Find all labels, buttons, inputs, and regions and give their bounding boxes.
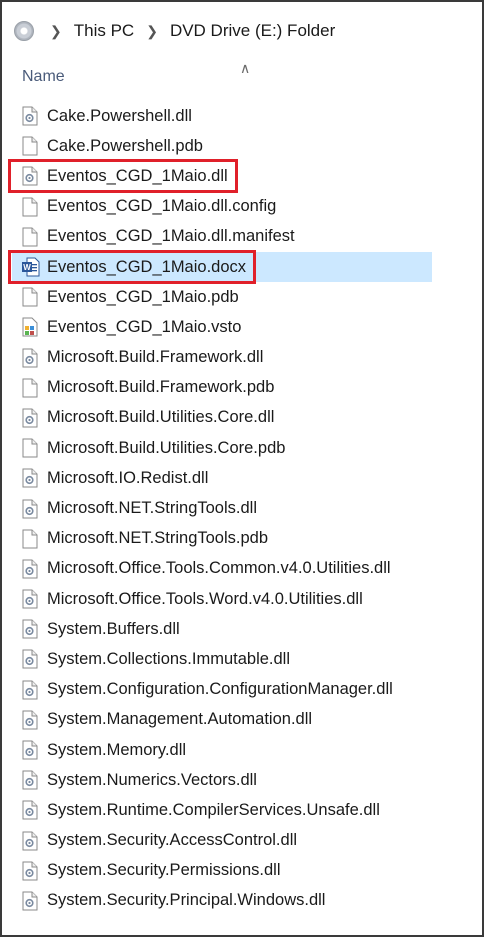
file-row[interactable]: Microsoft.Office.Tools.Common.v4.0.Utili… bbox=[12, 554, 432, 584]
dll-icon bbox=[22, 649, 38, 669]
file-row[interactable]: System.Memory.dll bbox=[12, 735, 432, 765]
dll-icon bbox=[22, 800, 38, 820]
file-name[interactable]: System.Buffers.dll bbox=[47, 620, 180, 639]
file-name[interactable]: System.Runtime.CompilerServices.Unsafe.d… bbox=[47, 801, 380, 820]
file-row[interactable]: Eventos_CGD_1Maio.vsto bbox=[12, 312, 432, 342]
file-row[interactable]: Microsoft.Build.Framework.pdb bbox=[12, 373, 432, 403]
file-row[interactable]: Microsoft.Office.Tools.Word.v4.0.Utiliti… bbox=[12, 584, 432, 614]
dvd-drive-icon bbox=[14, 21, 34, 41]
dll-icon bbox=[22, 740, 38, 760]
file-row[interactable]: Microsoft.IO.Redist.dll bbox=[12, 463, 432, 493]
word-icon: W bbox=[22, 257, 40, 277]
dll-icon bbox=[22, 891, 38, 911]
dll-icon bbox=[22, 106, 38, 126]
dll-icon bbox=[22, 499, 38, 519]
file-name[interactable]: Microsoft.Build.Framework.dll bbox=[47, 348, 263, 367]
file-name[interactable]: Microsoft.Office.Tools.Word.v4.0.Utiliti… bbox=[47, 590, 363, 609]
file-icon bbox=[22, 529, 38, 549]
file-name[interactable]: Microsoft.Build.Framework.pdb bbox=[47, 378, 274, 397]
file-name[interactable]: System.Numerics.Vectors.dll bbox=[47, 771, 257, 790]
file-icon bbox=[22, 227, 38, 247]
file-name[interactable]: Eventos_CGD_1Maio.dll.manifest bbox=[47, 227, 295, 246]
file-row[interactable]: Microsoft.NET.StringTools.pdb bbox=[12, 524, 432, 554]
file-row[interactable]: System.Buffers.dll bbox=[12, 614, 432, 644]
file-row[interactable]: Eventos_CGD_1Maio.pdb bbox=[12, 282, 432, 312]
file-row[interactable]: Cake.Powershell.dll bbox=[12, 101, 432, 131]
file-row[interactable]: System.Security.Principal.Windows.dll bbox=[12, 886, 432, 916]
file-icon bbox=[22, 197, 38, 217]
file-name[interactable]: Eventos_CGD_1Maio.vsto bbox=[47, 318, 241, 337]
breadcrumb-this-pc[interactable]: This PC bbox=[74, 21, 134, 41]
vsto-icon bbox=[22, 317, 38, 337]
file-name[interactable]: Eventos_CGD_1Maio.dll.config bbox=[47, 197, 276, 216]
file-row[interactable]: Microsoft.Build.Framework.dll bbox=[12, 343, 432, 373]
file-icon bbox=[22, 378, 38, 398]
file-icon bbox=[22, 438, 38, 458]
file-name[interactable]: Microsoft.Build.Utilities.Core.dll bbox=[47, 408, 274, 427]
file-row[interactable]: System.Collections.Immutable.dll bbox=[12, 644, 432, 674]
file-name[interactable]: Cake.Powershell.pdb bbox=[47, 137, 203, 156]
chevron-right-icon[interactable]: ❯ bbox=[50, 23, 62, 40]
file-row[interactable]: System.Security.Permissions.dll bbox=[12, 856, 432, 886]
dll-icon bbox=[22, 710, 38, 730]
file-row[interactable]: Microsoft.Build.Utilities.Core.dll bbox=[12, 403, 432, 433]
file-row[interactable]: System.Configuration.ConfigurationManage… bbox=[12, 675, 432, 705]
dll-icon bbox=[22, 589, 38, 609]
file-icon bbox=[22, 136, 38, 156]
dll-icon bbox=[22, 166, 38, 186]
column-header: ∧ Name bbox=[22, 60, 462, 90]
address-bar[interactable]: ❯ This PC ❯ DVD Drive (E:) Folder bbox=[12, 14, 472, 48]
file-name[interactable]: System.Memory.dll bbox=[47, 741, 186, 760]
dll-icon bbox=[22, 408, 38, 428]
file-name[interactable]: Eventos_CGD_1Maio.pdb bbox=[47, 288, 239, 307]
file-row[interactable]: Eventos_CGD_1Maio.dll.manifest bbox=[12, 222, 432, 252]
dll-icon bbox=[22, 831, 38, 851]
dll-icon bbox=[22, 680, 38, 700]
file-icon bbox=[22, 287, 38, 307]
svg-text:W: W bbox=[23, 263, 31, 272]
file-name[interactable]: System.Security.Permissions.dll bbox=[47, 861, 281, 880]
file-name[interactable]: Microsoft.IO.Redist.dll bbox=[47, 469, 208, 488]
file-name[interactable]: System.Security.Principal.Windows.dll bbox=[47, 891, 325, 910]
file-name[interactable]: Cake.Powershell.dll bbox=[47, 107, 192, 126]
file-row[interactable]: System.Security.AccessControl.dll bbox=[12, 826, 432, 856]
dll-icon bbox=[22, 861, 38, 881]
file-name[interactable]: Microsoft.NET.StringTools.dll bbox=[47, 499, 257, 518]
file-row[interactable]: Eventos_CGD_1Maio.dll bbox=[8, 159, 432, 194]
file-row[interactable]: Cake.Powershell.pdb bbox=[12, 131, 432, 161]
sort-ascending-icon: ∧ bbox=[240, 60, 251, 76]
file-name[interactable]: Microsoft.NET.StringTools.pdb bbox=[47, 529, 268, 548]
dll-icon bbox=[22, 770, 38, 790]
name-column-header[interactable]: Name bbox=[22, 68, 65, 86]
dll-icon bbox=[22, 619, 38, 639]
dll-icon bbox=[22, 468, 38, 488]
file-name[interactable]: System.Collections.Immutable.dll bbox=[47, 650, 290, 669]
file-name[interactable]: Eventos_CGD_1Maio.docx bbox=[47, 258, 246, 277]
breadcrumb-current-folder[interactable]: DVD Drive (E:) Folder bbox=[170, 21, 335, 41]
file-name[interactable]: System.Management.Automation.dll bbox=[47, 710, 312, 729]
file-row[interactable]: System.Management.Automation.dll bbox=[12, 705, 432, 735]
dll-icon bbox=[22, 348, 38, 368]
file-row[interactable]: System.Numerics.Vectors.dll bbox=[12, 765, 432, 795]
file-name[interactable]: Microsoft.Office.Tools.Common.v4.0.Utili… bbox=[47, 559, 391, 578]
file-row[interactable]: Eventos_CGD_1Maio.dll.config bbox=[12, 192, 432, 222]
file-name[interactable]: System.Configuration.ConfigurationManage… bbox=[47, 680, 393, 699]
file-row[interactable]: System.Runtime.CompilerServices.Unsafe.d… bbox=[12, 795, 432, 825]
file-name[interactable]: System.Security.AccessControl.dll bbox=[47, 831, 297, 850]
file-name[interactable]: Eventos_CGD_1Maio.dll bbox=[47, 167, 228, 186]
file-name[interactable]: Microsoft.Build.Utilities.Core.pdb bbox=[47, 439, 285, 458]
file-list: Cake.Powershell.dll Cake.Powershell.pdb Ev… bbox=[8, 101, 432, 916]
file-row[interactable]: Microsoft.NET.StringTools.dll bbox=[12, 493, 432, 523]
chevron-right-icon[interactable]: ❯ bbox=[146, 23, 158, 40]
dll-icon bbox=[22, 559, 38, 579]
file-row[interactable]: Microsoft.Build.Utilities.Core.pdb bbox=[12, 433, 432, 463]
explorer-window: ❯ This PC ❯ DVD Drive (E:) Folder ∧ Name… bbox=[0, 0, 484, 937]
file-row[interactable]: W Eventos_CGD_1Maio.docx bbox=[8, 249, 432, 284]
